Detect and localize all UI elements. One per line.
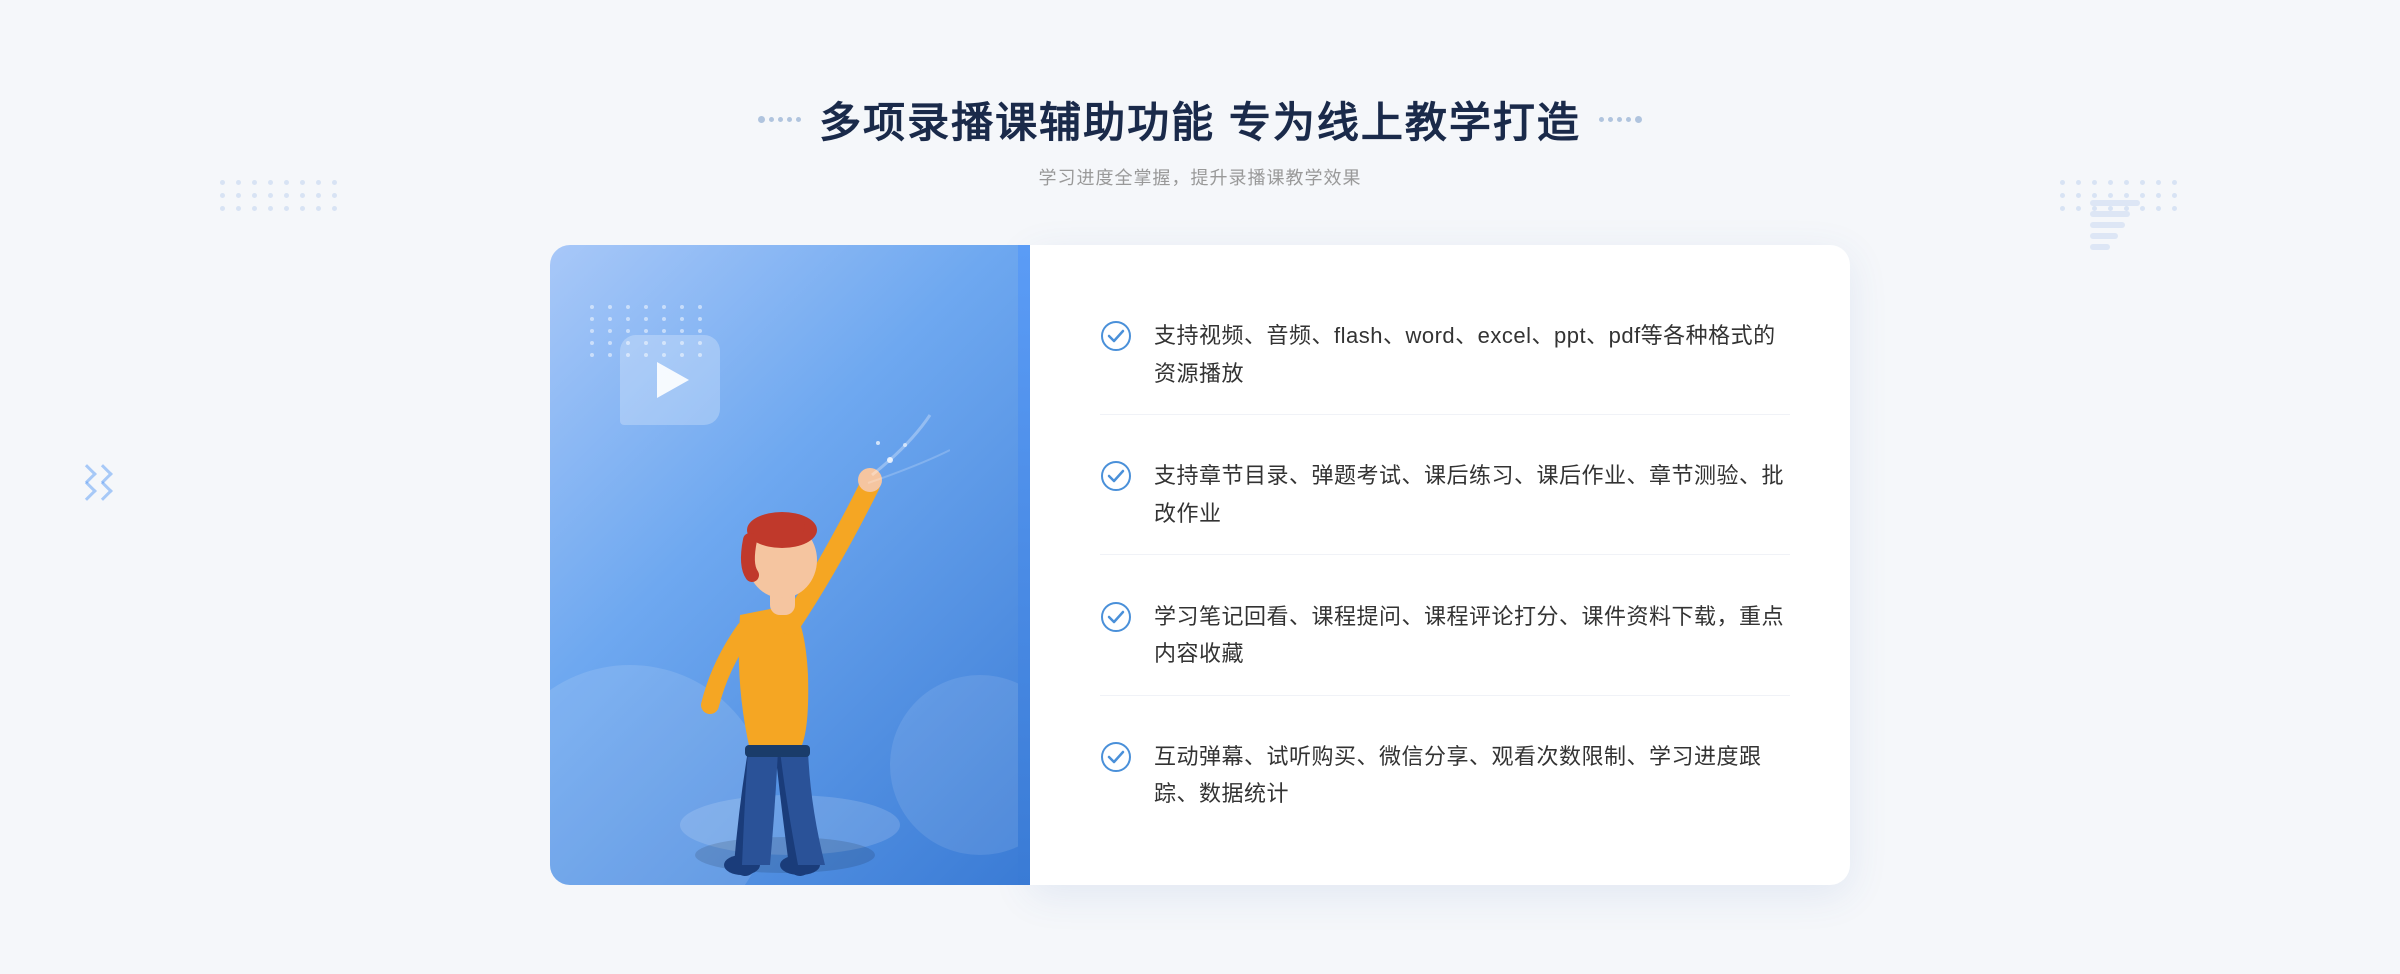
- person-illustration: [630, 365, 950, 885]
- feature-item-3: 学习笔记回看、课程提问、课程评论打分、课件资料下载，重点内容收藏: [1100, 576, 1790, 696]
- page-chevrons-left: [80, 467, 110, 498]
- title-row: 多项录播课辅助功能 专为线上教学打造: [758, 89, 1642, 150]
- feature-item-2: 支持章节目录、弹题考试、课后练习、课后作业、章节测验、批改作业: [1100, 435, 1790, 555]
- feature-item-1: 支持视频、音频、flash、word、excel、ppt、pdf等各种格式的资源…: [1100, 295, 1790, 415]
- title-decorator-left: [758, 116, 801, 123]
- stripe-accent: [1018, 245, 1030, 885]
- page-container: 多项录播课辅助功能 专为线上教学打造 学习进度全掌握，提升录播课教学效果: [0, 0, 2400, 974]
- page-title: 多项录播课辅助功能 专为线上教学打造: [819, 89, 1581, 150]
- feature-text-1: 支持视频、音频、flash、word、excel、ppt、pdf等各种格式的资源…: [1154, 317, 1790, 392]
- check-icon-3: [1100, 601, 1132, 633]
- content-area: 支持视频、音频、flash、word、excel、ppt、pdf等各种格式的资源…: [550, 245, 1850, 885]
- feature-text-3: 学习笔记回看、课程提问、课程评论打分、课件资料下载，重点内容收藏: [1154, 598, 1790, 673]
- feature-text-4: 互动弹幕、试听购买、微信分享、观看次数限制、学习进度跟踪、数据统计: [1154, 738, 1790, 813]
- title-decorator-right: [1599, 116, 1642, 123]
- page-subtitle: 学习进度全掌握，提升录播课教学效果: [758, 164, 1642, 190]
- check-icon-2: [1100, 460, 1132, 492]
- header-section: 多项录播课辅助功能 专为线上教学打造 学习进度全掌握，提升录播课教学效果: [758, 89, 1642, 190]
- check-icon-4: [1100, 741, 1132, 773]
- dot-pattern-left: [220, 180, 340, 211]
- feature-text-2: 支持章节目录、弹题考试、课后练习、课后作业、章节测验、批改作业: [1154, 457, 1790, 532]
- deco-stripes: [2090, 200, 2140, 250]
- content-panel: 支持视频、音频、flash、word、excel、ppt、pdf等各种格式的资源…: [1030, 245, 1850, 885]
- check-icon-1: [1100, 320, 1132, 352]
- feature-item-4: 互动弹幕、试听购买、微信分享、观看次数限制、学习进度跟踪、数据统计: [1100, 716, 1790, 835]
- illustration-panel: [550, 245, 1030, 885]
